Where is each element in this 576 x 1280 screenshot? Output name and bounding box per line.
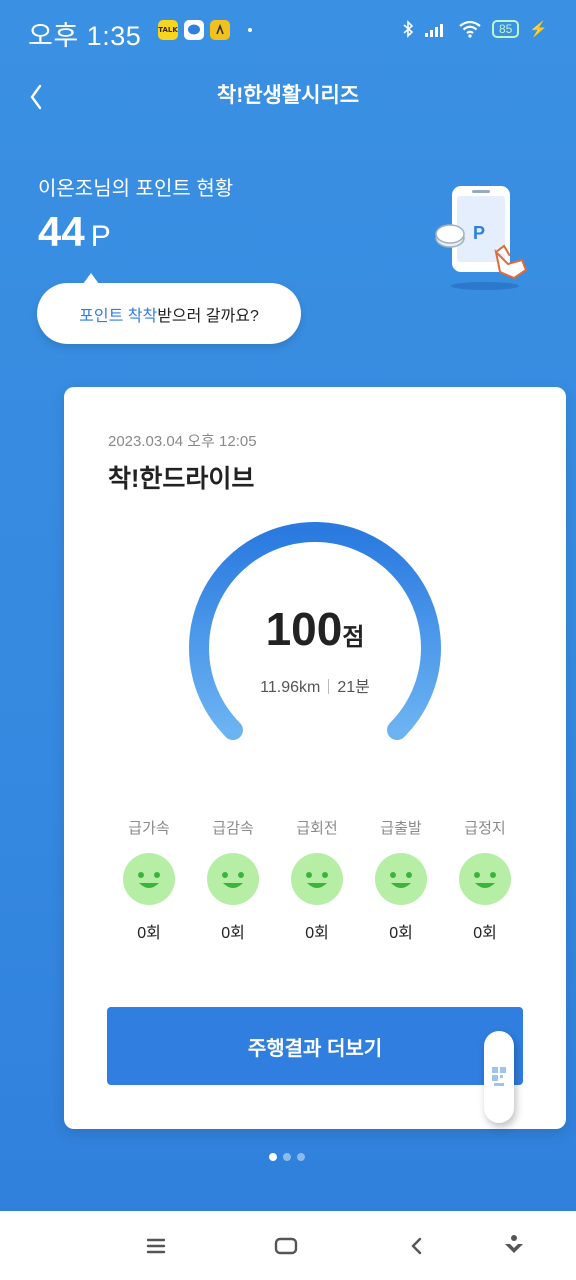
drive-distance: 11.96km	[260, 679, 321, 696]
event-label: 급회전	[296, 820, 338, 837]
bubble-highlight: 포인트 착착	[79, 307, 158, 325]
message-icon	[184, 20, 204, 40]
bluetooth-icon	[403, 20, 414, 38]
event-label: 급정지	[464, 820, 506, 837]
charging-icon: ⚡	[529, 21, 548, 38]
status-app-icons: TALK	[158, 20, 252, 40]
svg-text:P: P	[473, 223, 485, 243]
nav-back-button[interactable]	[400, 1229, 434, 1263]
smiley-face-icon	[291, 853, 343, 905]
points-value: 44 P	[38, 208, 111, 256]
chevron-left-icon	[411, 1237, 422, 1255]
home-button[interactable]	[269, 1229, 303, 1263]
points-label: 이온조님의 포인트 현황	[38, 178, 234, 200]
score-value: 100	[265, 603, 343, 655]
event-item: 급가속 0회	[107, 817, 191, 943]
qr-widget-icon	[492, 1067, 506, 1086]
event-item: 급출발 0회	[359, 817, 443, 943]
event-count: 0회	[221, 925, 245, 942]
drive-duration: 21분	[337, 679, 370, 696]
points-unit: P	[90, 220, 111, 253]
point-promo-bubble[interactable]: 포인트 착착 받으러 갈까요?	[37, 273, 301, 344]
page-dot-active[interactable]	[269, 1153, 277, 1161]
event-label: 급가속	[128, 820, 170, 837]
score-display: 100점	[64, 602, 566, 656]
smiley-face-icon	[123, 853, 175, 905]
app-icon	[210, 20, 230, 40]
status-bar: 오후 1:35 TALK 85 ⚡	[0, 0, 576, 62]
smiley-face-icon	[375, 853, 427, 905]
meta-divider	[328, 679, 330, 694]
signal-icon	[424, 24, 443, 37]
drive-meta: 11.96km 21분	[64, 673, 566, 697]
event-item: 급감속 0회	[191, 817, 275, 943]
bubble-text: 받으러 갈까요?	[157, 307, 259, 325]
event-count: 0회	[389, 925, 413, 942]
notification-dot	[248, 28, 252, 32]
phone-point-illustration: P	[435, 186, 528, 290]
event-count: 0회	[137, 925, 161, 942]
event-count: 0회	[473, 925, 497, 942]
page-dot[interactable]	[297, 1153, 305, 1161]
battery-indicator: 85	[491, 20, 520, 38]
home-square-icon	[274, 1237, 298, 1255]
status-time: 오후 1:35	[28, 21, 142, 51]
page-indicator	[269, 1153, 305, 1161]
points-number: 44	[38, 208, 85, 255]
app-header: 착!한생활시리즈	[0, 70, 576, 118]
recent-apps-button[interactable]	[139, 1229, 173, 1263]
event-list: 급가속 0회 급감속 0회 급회전 0회 급출발 0회 급정지 0회	[107, 817, 527, 943]
event-item: 급회전 0회	[275, 817, 359, 943]
status-right: 85 ⚡	[402, 20, 548, 38]
score-unit: 점	[342, 624, 365, 651]
event-label: 급감속	[212, 820, 254, 837]
wifi-icon	[459, 20, 481, 38]
page-title: 착!한생활시리즈	[216, 84, 360, 107]
view-drive-result-button[interactable]: 주행결과 더보기	[107, 1007, 523, 1085]
event-count: 0회	[305, 925, 329, 942]
page-dot[interactable]	[283, 1153, 291, 1161]
smiley-face-icon	[207, 853, 259, 905]
event-label: 급출발	[380, 820, 422, 837]
menu-icon	[146, 1238, 166, 1254]
drive-date: 2023.03.04 오후 12:05	[108, 433, 257, 450]
drive-title: 착!한드라이브	[108, 465, 255, 493]
down-arrow-icon	[505, 1235, 523, 1253]
floating-widget-button[interactable]	[484, 1031, 514, 1123]
drive-result-card: 2023.03.04 오후 12:05 착!한드라이브 100점 11.96km…	[64, 387, 566, 1129]
smiley-face-icon	[459, 853, 511, 905]
system-nav-bar	[0, 1211, 576, 1280]
event-item: 급정지 0회	[443, 817, 527, 943]
assistant-button[interactable]	[497, 1229, 531, 1263]
kakaotalk-icon: TALK	[158, 20, 178, 40]
